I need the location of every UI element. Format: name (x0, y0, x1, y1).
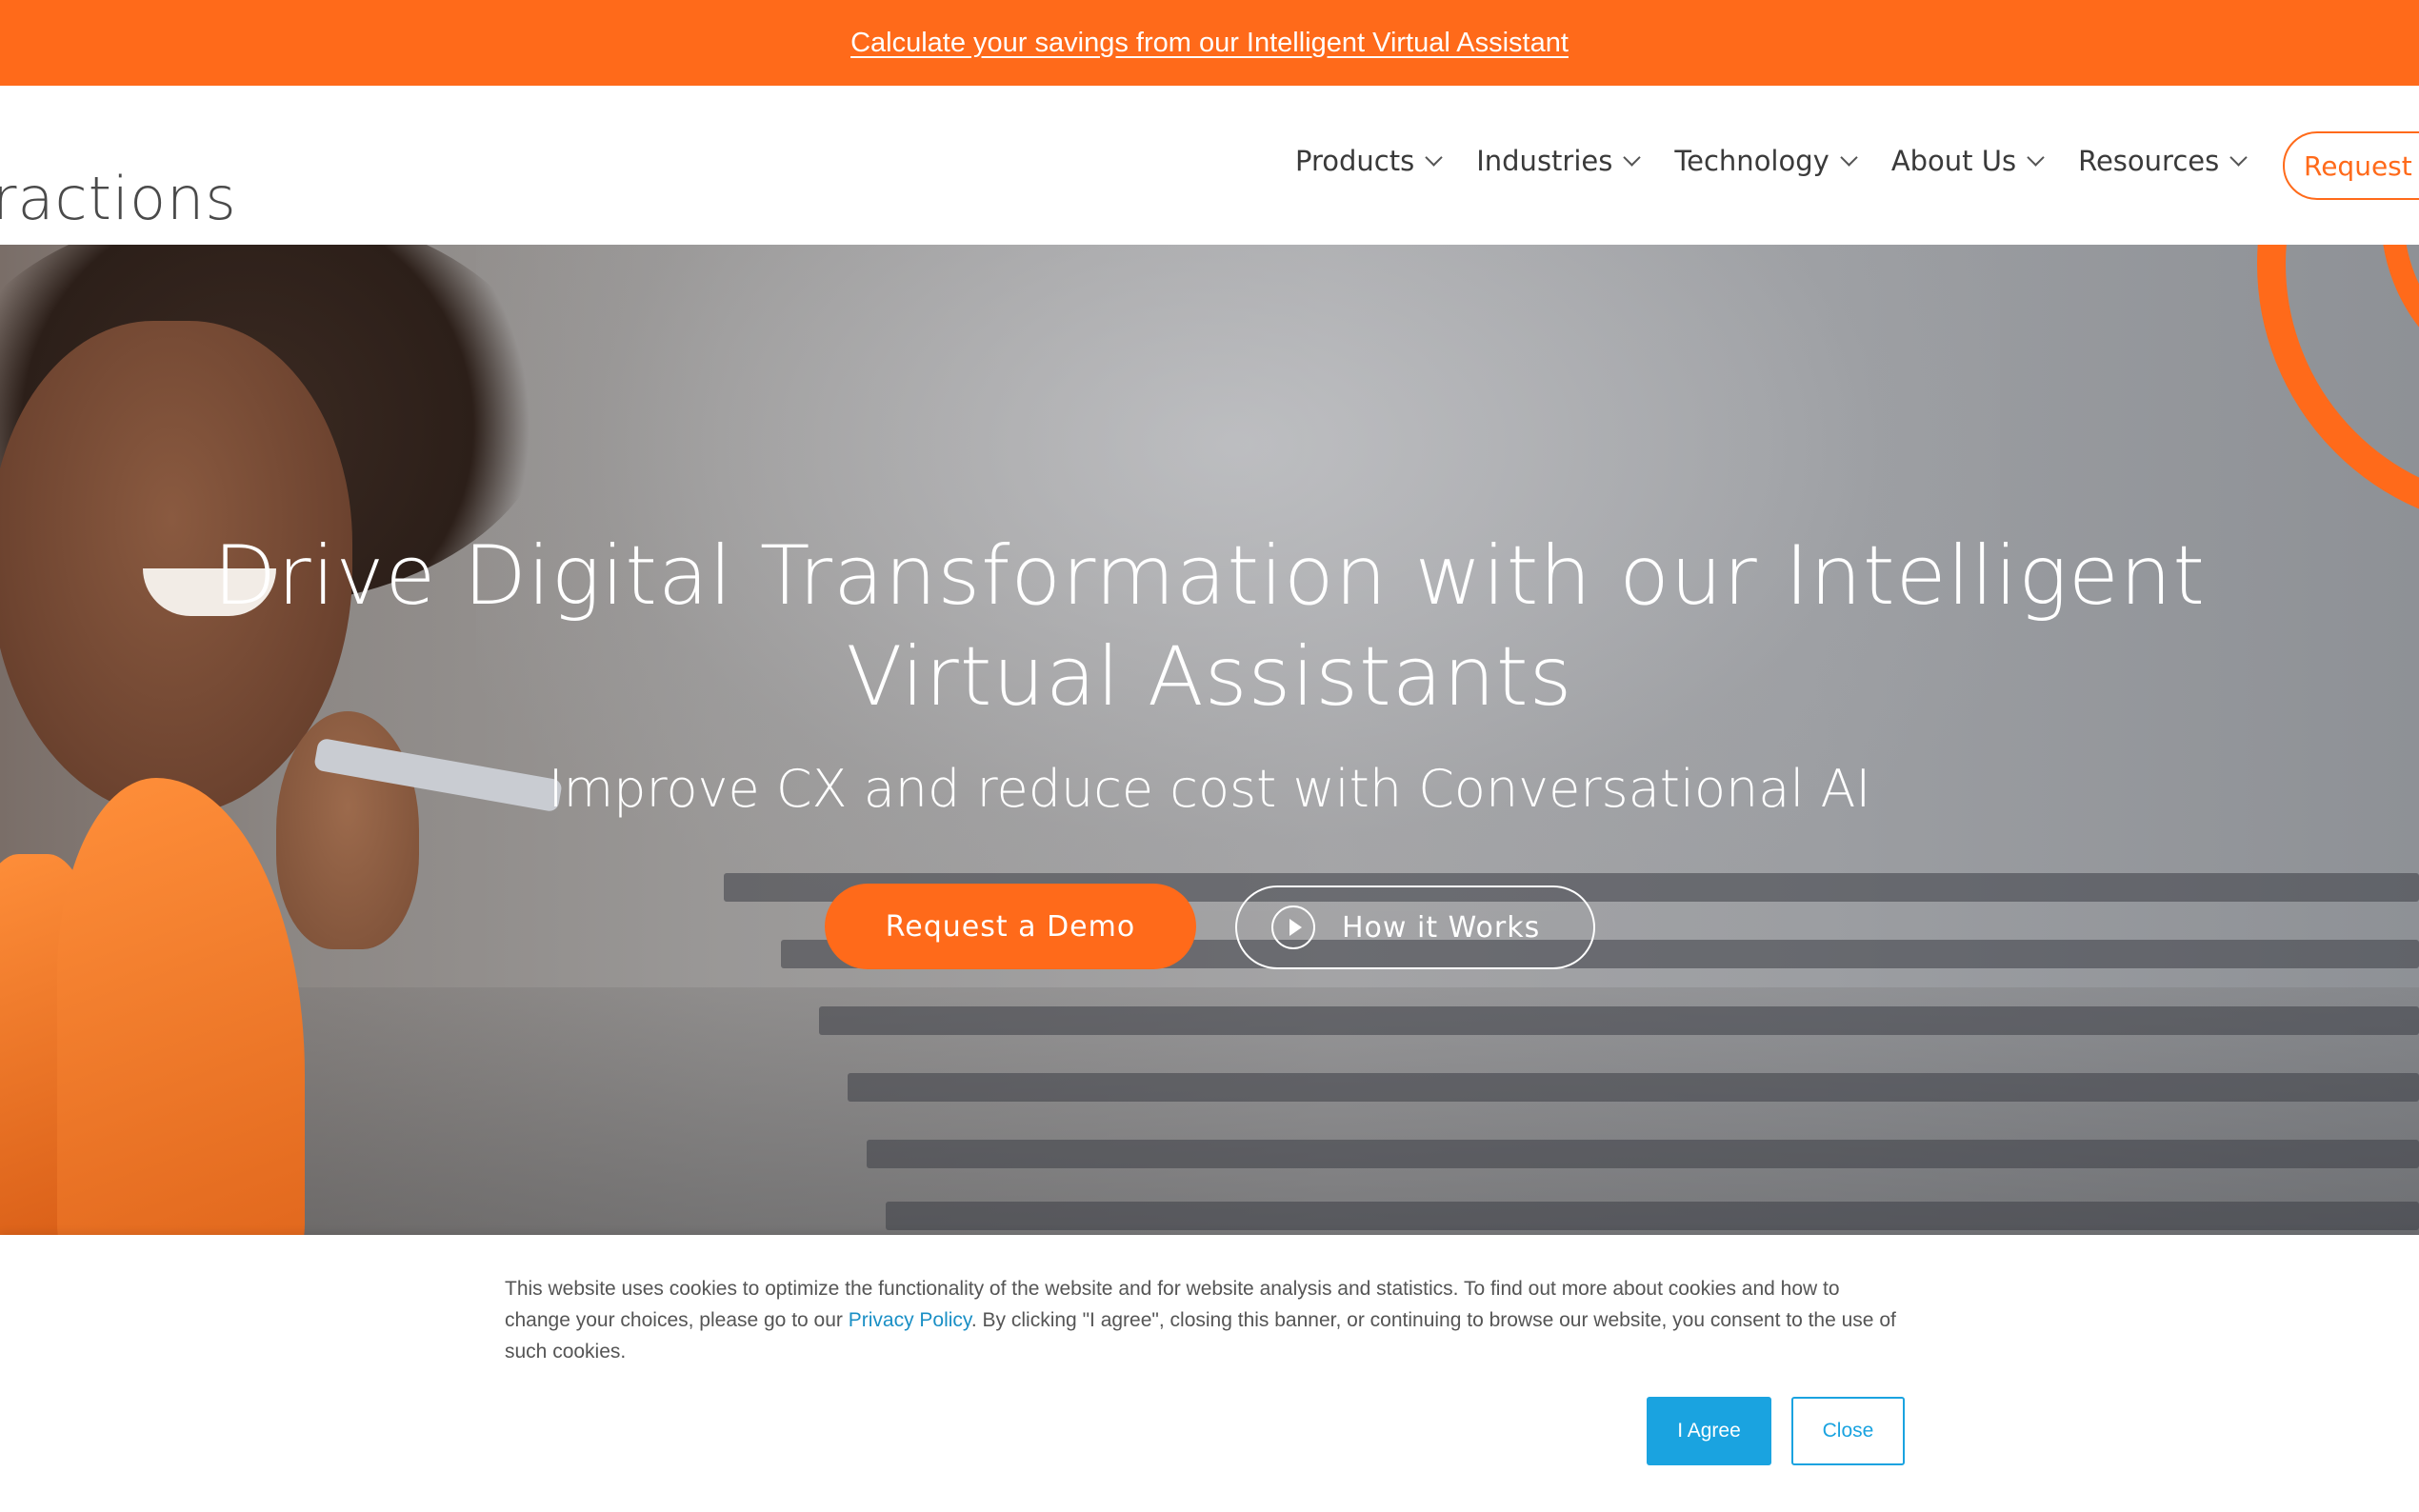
nav-resources-label: Resources (2078, 145, 2220, 177)
nav-industries-label: Industries (1476, 145, 1613, 177)
close-button[interactable]: Close (1791, 1397, 1905, 1465)
nav-resources[interactable]: Resources (2078, 145, 2248, 177)
nav-industries[interactable]: Industries (1476, 145, 1642, 177)
how-it-works-button[interactable]: How it Works (1235, 885, 1595, 969)
chevron-down-icon (2027, 148, 2045, 167)
logo[interactable]: ractions (0, 164, 237, 233)
nav-technology-label: Technology (1674, 145, 1829, 177)
hero-section: Drive Digital Transformation with our In… (0, 245, 2419, 1235)
hero-person-image (0, 245, 610, 1235)
nav-technology[interactable]: Technology (1674, 145, 1858, 177)
chevron-down-icon (1840, 148, 1858, 167)
how-it-works-label: How it Works (1342, 910, 1541, 945)
hero-headline-line2: Virtual Assistants (846, 629, 1573, 725)
cookie-banner: This website uses cookies to optimize th… (0, 1235, 2419, 1512)
request-demo-header-button[interactable]: Request (2283, 131, 2419, 200)
promo-banner: Calculate your savings from our Intellig… (0, 0, 2419, 86)
chevron-down-icon (1623, 148, 1642, 167)
savings-calculator-link[interactable]: Calculate your savings from our Intellig… (850, 28, 1569, 59)
site-header: ractions Products Industries Technology … (0, 86, 2419, 245)
nav-about-us-label: About Us (1890, 145, 2017, 177)
play-icon (1271, 905, 1315, 949)
main-nav: Products Industries Technology About Us … (1295, 145, 2281, 177)
nav-about-us[interactable]: About Us (1890, 145, 2045, 177)
chevron-down-icon (1425, 148, 1443, 167)
request-demo-button[interactable]: Request a Demo (825, 884, 1196, 969)
hero-headline: Drive Digital Transformation with our In… (0, 526, 2419, 727)
hero-headline-line1: Drive Digital Transformation with our In… (213, 528, 2206, 624)
chevron-down-icon (2229, 148, 2248, 167)
nav-products[interactable]: Products (1295, 145, 1443, 177)
nav-products-label: Products (1295, 145, 1415, 177)
cookie-message: This website uses cookies to optimize th… (505, 1273, 1905, 1367)
hero-subheading: Improve CX and reduce cost with Conversa… (548, 759, 1871, 819)
privacy-policy-link[interactable]: Privacy Policy (849, 1309, 971, 1331)
agree-button[interactable]: I Agree (1647, 1397, 1771, 1465)
